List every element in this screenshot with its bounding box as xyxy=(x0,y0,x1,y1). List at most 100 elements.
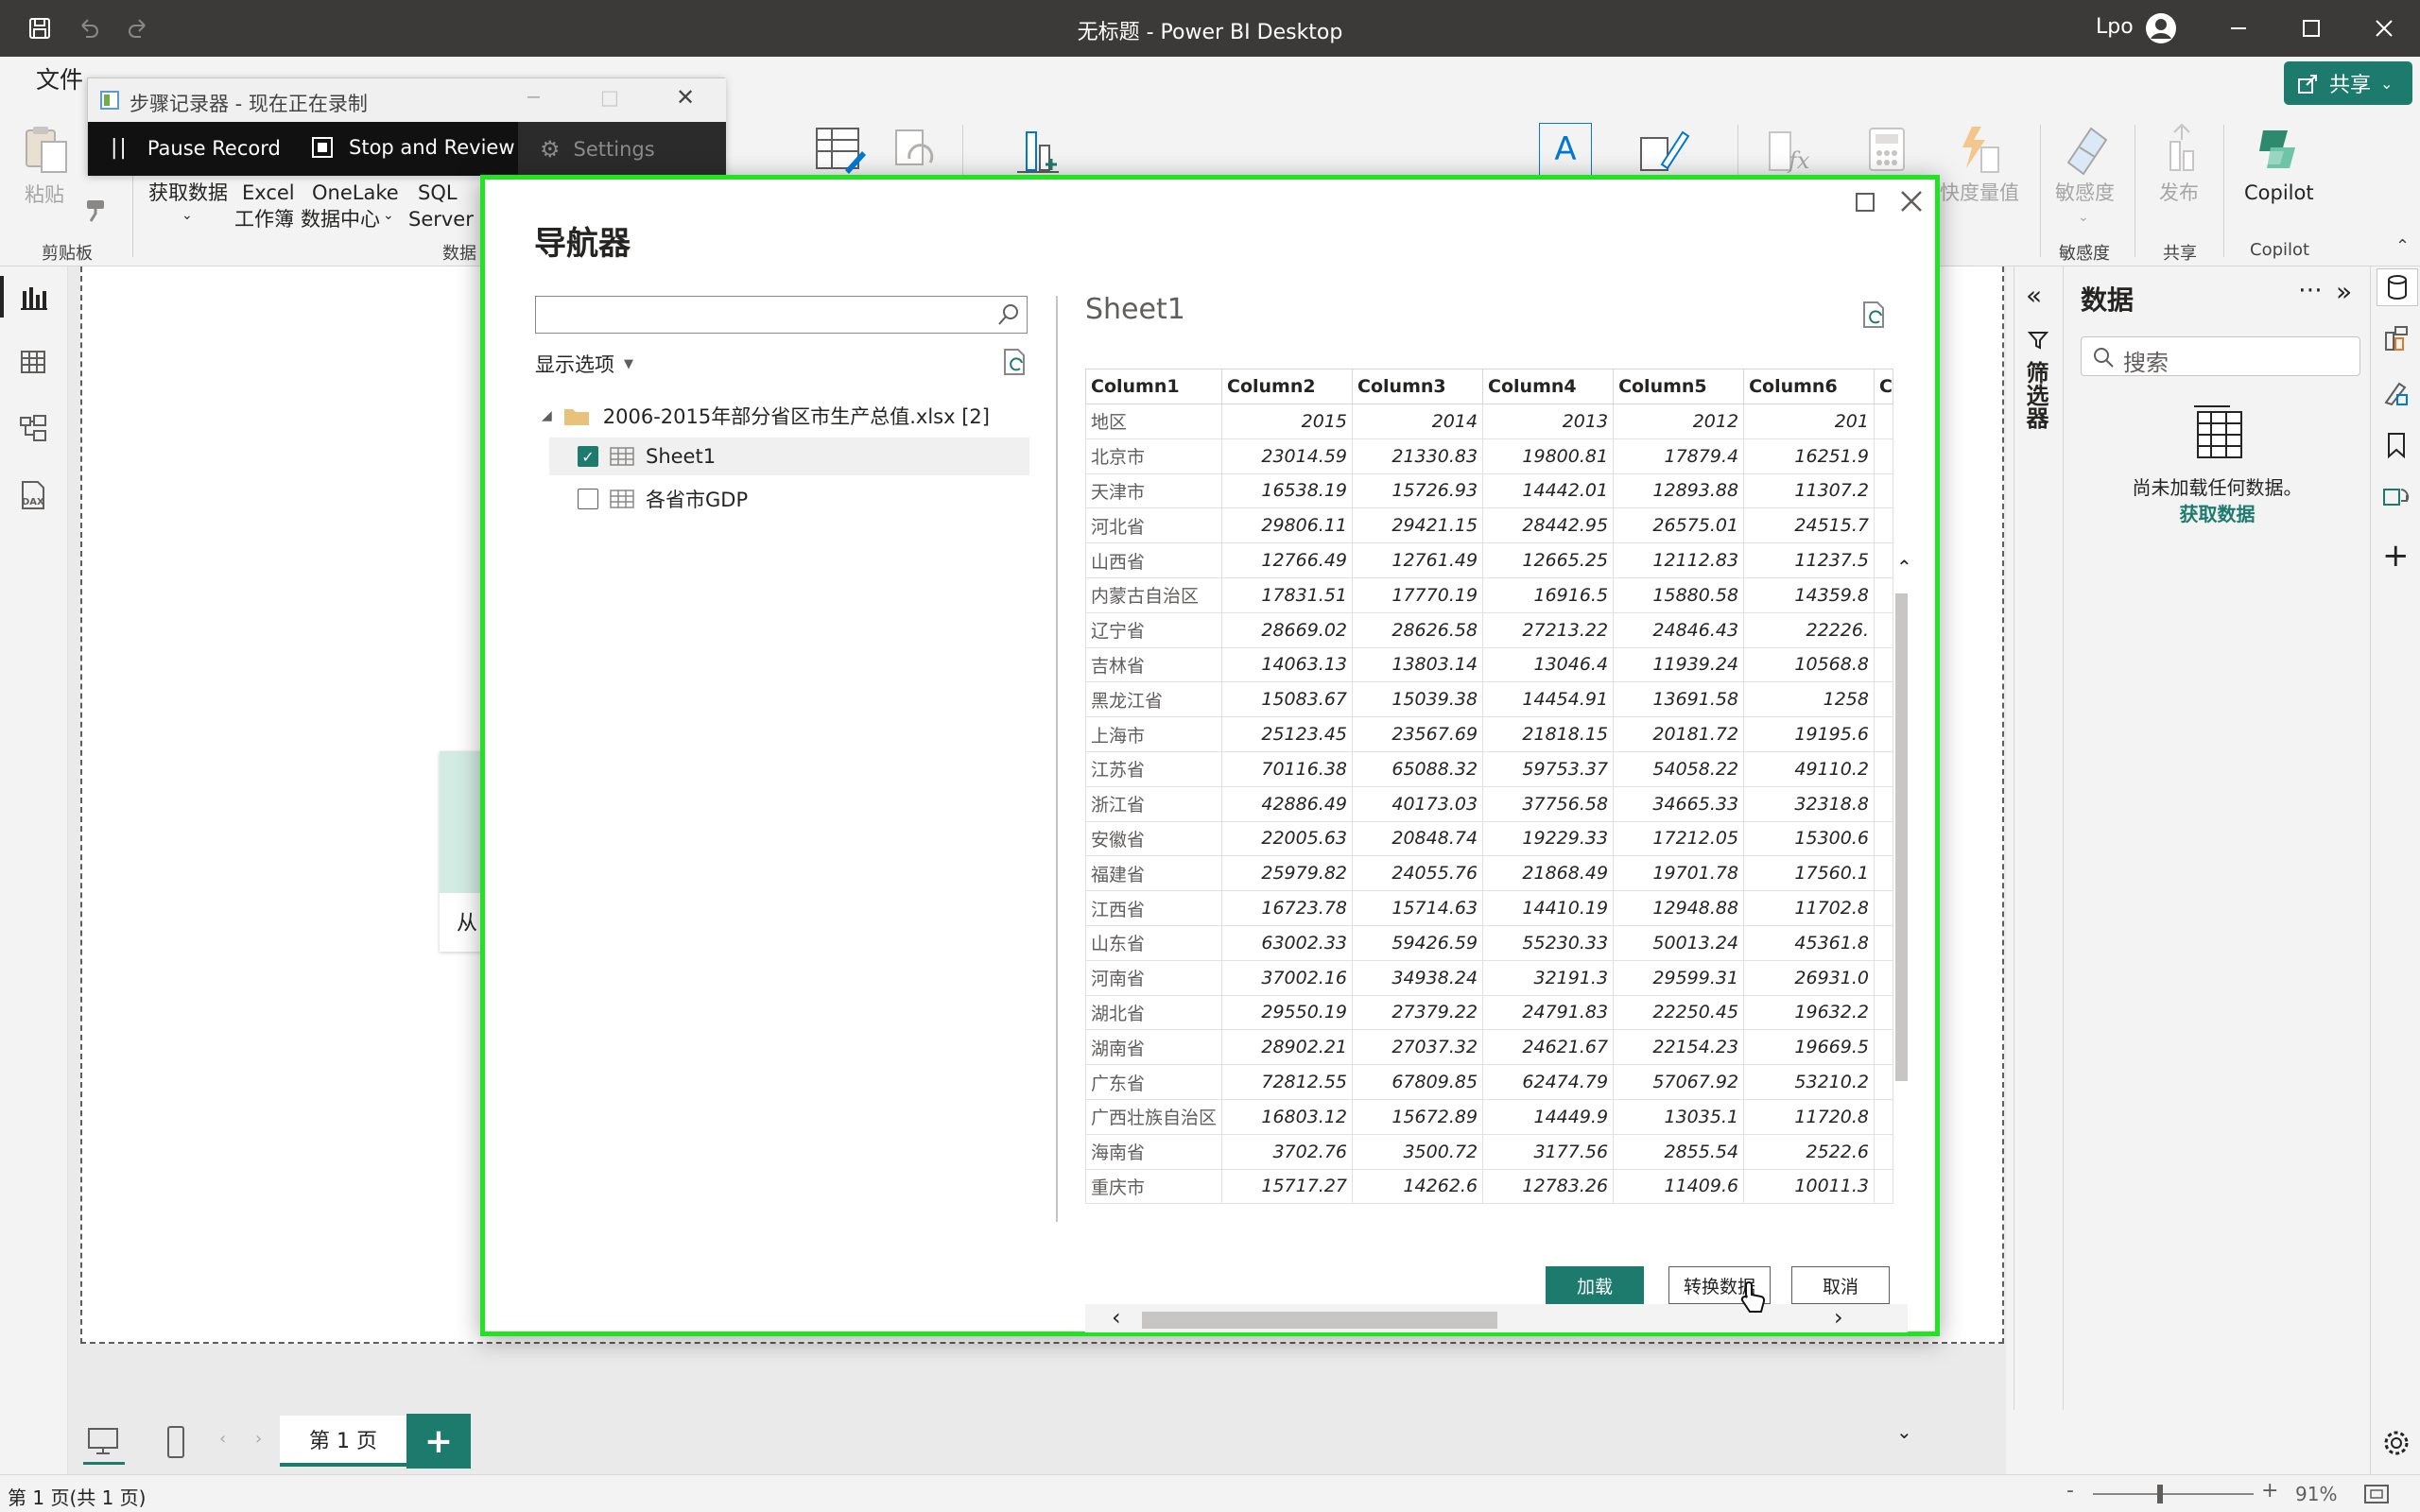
model-view-icon[interactable] xyxy=(19,414,47,442)
scroll-down-icon[interactable]: ⌄ xyxy=(1896,1420,1912,1443)
navigator-search-field[interactable] xyxy=(536,297,980,333)
scroll-left-icon[interactable]: ‹ xyxy=(1112,1306,1121,1329)
settings-gear-icon[interactable] xyxy=(2382,1429,2411,1457)
copilot-button[interactable]: Copilot xyxy=(2244,180,2314,206)
new-visual-icon[interactable] xyxy=(1013,127,1063,176)
navigator-search-input[interactable] xyxy=(535,296,1028,334)
chevron-down-icon[interactable]: ⌄ xyxy=(182,208,193,223)
sensitivity-button[interactable]: 敏感度 xyxy=(2055,180,2115,206)
collapse-pane-icon[interactable]: » xyxy=(2336,276,2352,307)
column-header[interactable]: Column6 xyxy=(1743,369,1875,404)
sensitivity-icon[interactable] xyxy=(2061,123,2112,176)
data-search-input[interactable]: 搜索 xyxy=(2081,336,2360,376)
expand-caret-icon[interactable]: ◢ xyxy=(542,408,552,423)
column-header[interactable]: C xyxy=(1873,369,1893,404)
table-row: 山西省 12766.49 12761.49 12665.25 12112.83 11237… xyxy=(1085,542,1893,578)
checkbox-unchecked[interactable] xyxy=(578,489,598,509)
text-box-icon[interactable]: A xyxy=(1539,123,1592,176)
filters-label[interactable]: 筛选器 xyxy=(2022,361,2052,429)
column-header[interactable]: Column5 xyxy=(1613,369,1745,404)
visualizations-pane-icon[interactable] xyxy=(2382,325,2411,353)
tree-item-province-gdp[interactable]: 各省市GDP xyxy=(578,480,748,518)
more-options-icon[interactable]: ⋯ xyxy=(2298,276,2323,304)
paste-icon[interactable] xyxy=(21,125,74,174)
checkbox-checked[interactable]: ✓ xyxy=(578,446,598,467)
tab-page-1[interactable]: 第 1 页 xyxy=(280,1416,406,1467)
menu-file[interactable]: 文件 xyxy=(36,67,83,94)
table-view-icon[interactable] xyxy=(19,348,47,376)
onelake-button[interactable]: OneLake xyxy=(312,180,399,206)
edit-visual-icon[interactable] xyxy=(1635,123,1692,176)
add-pane-icon[interactable]: + xyxy=(2382,537,2410,575)
add-page-button[interactable]: + xyxy=(406,1414,471,1469)
chevron-left-icon[interactable]: ‹ xyxy=(219,1429,226,1449)
get-data-button[interactable]: 获取数据 xyxy=(148,180,228,206)
column-header[interactable]: Column4 xyxy=(1482,369,1615,404)
zoom-slider[interactable] xyxy=(2093,1493,2254,1495)
share-button[interactable]: 共享 ⌄ xyxy=(2284,61,2412,105)
recorder-minimize-icon[interactable]: ─ xyxy=(527,86,540,109)
scroll-right-icon[interactable]: › xyxy=(1834,1306,1843,1329)
table-cell-overflow xyxy=(1873,507,1893,544)
vertical-scroll-thumb[interactable] xyxy=(1895,593,1908,1081)
mobile-layout-icon[interactable] xyxy=(163,1425,189,1459)
format-pane-icon[interactable] xyxy=(2382,378,2411,406)
bookmarks-pane-icon[interactable] xyxy=(2382,431,2411,459)
zoom-in-button[interactable]: + xyxy=(2261,1479,2278,1503)
publish-icon[interactable] xyxy=(2157,123,2206,176)
stop-review-button[interactable]: Stop and Review xyxy=(311,136,515,159)
table-edit-icon[interactable] xyxy=(813,123,868,176)
table-cell: 24791.83 xyxy=(1482,994,1615,1031)
format-painter-icon[interactable] xyxy=(83,197,112,225)
expand-filters-icon[interactable]: « xyxy=(2026,280,2042,311)
collapse-ribbon-icon[interactable]: ⌃ xyxy=(2395,236,2410,256)
refresh-icon[interactable] xyxy=(889,125,938,174)
pause-record-button[interactable]: || Pause Record xyxy=(111,136,281,160)
sync-slicers-icon[interactable] xyxy=(2382,484,2411,512)
tree-item-sheet1[interactable]: ✓ Sheet1 xyxy=(549,438,1029,475)
refresh-icon[interactable] xyxy=(1001,348,1029,376)
dialog-maximize-icon[interactable] xyxy=(1854,191,1876,214)
dax-query-view-icon[interactable]: DAX xyxy=(19,480,47,510)
chevron-right-icon[interactable]: › xyxy=(255,1429,262,1449)
copilot-icon[interactable] xyxy=(2250,123,2307,176)
vertical-scrollbar[interactable]: ⌃ ⌄ xyxy=(1895,556,1912,1443)
recorder-close-icon[interactable]: ✕ xyxy=(676,84,695,111)
horizontal-scrollbar[interactable]: ‹ › xyxy=(1085,1304,1908,1332)
pane-divider[interactable] xyxy=(1056,296,1058,1222)
chevron-down-icon[interactable]: ⌄ xyxy=(2078,210,2089,225)
maximize-icon[interactable] xyxy=(2294,11,2328,45)
load-button[interactable]: 加载 xyxy=(1546,1266,1644,1304)
get-data-link[interactable]: 获取数据 xyxy=(2064,499,2371,526)
column-header[interactable]: Column3 xyxy=(1352,369,1484,404)
horizontal-scroll-thumb[interactable] xyxy=(1142,1312,1497,1329)
dialog-close-icon[interactable] xyxy=(1899,189,1924,214)
display-options-dropdown[interactable]: 显示选项 ▼ xyxy=(535,350,633,378)
column-header[interactable]: Column2 xyxy=(1221,369,1354,404)
minimize-icon[interactable] xyxy=(2221,11,2256,45)
cancel-button[interactable]: 取消 xyxy=(1791,1266,1890,1304)
publish-button[interactable]: 发布 xyxy=(2159,180,2199,206)
quick-measure-icon[interactable] xyxy=(1953,123,2002,176)
table-row: 江苏省 70116.38 65088.32 59753.37 54058.22 49110… xyxy=(1085,750,1893,787)
avatar-icon[interactable] xyxy=(2144,11,2178,45)
calculator-icon[interactable] xyxy=(1866,125,1908,174)
desktop-layout-icon[interactable] xyxy=(83,1423,125,1465)
preview-refresh-icon[interactable] xyxy=(1860,301,1889,329)
data-pane-icon[interactable] xyxy=(2377,268,2418,306)
sql-button[interactable]: SQL xyxy=(418,180,458,206)
new-measure-icon[interactable]: fx xyxy=(1764,127,1813,176)
preview-grid[interactable]: Column1 Column2 Column3 Column4 Column5 Colum… xyxy=(1085,369,1893,1210)
scroll-up-icon[interactable]: ⌃ xyxy=(1896,556,1912,578)
tree-file-node[interactable]: ◢ 2006-2015年部分省区市生产总值.xlsx [2] xyxy=(542,397,990,435)
column-header[interactable]: Column1 xyxy=(1085,369,1223,404)
close-icon[interactable] xyxy=(2367,11,2401,45)
chevron-down-icon[interactable]: ⌄ xyxy=(383,208,394,223)
zoom-out-button[interactable]: - xyxy=(2066,1479,2074,1503)
fit-to-page-icon[interactable] xyxy=(2363,1483,2390,1505)
excel-button[interactable]: Excel xyxy=(242,180,295,206)
zoom-slider-thumb[interactable] xyxy=(2157,1485,2163,1503)
recorder-maximize-icon[interactable]: □ xyxy=(600,86,619,109)
search-icon[interactable] xyxy=(996,302,1021,327)
report-view-icon[interactable] xyxy=(19,284,47,312)
